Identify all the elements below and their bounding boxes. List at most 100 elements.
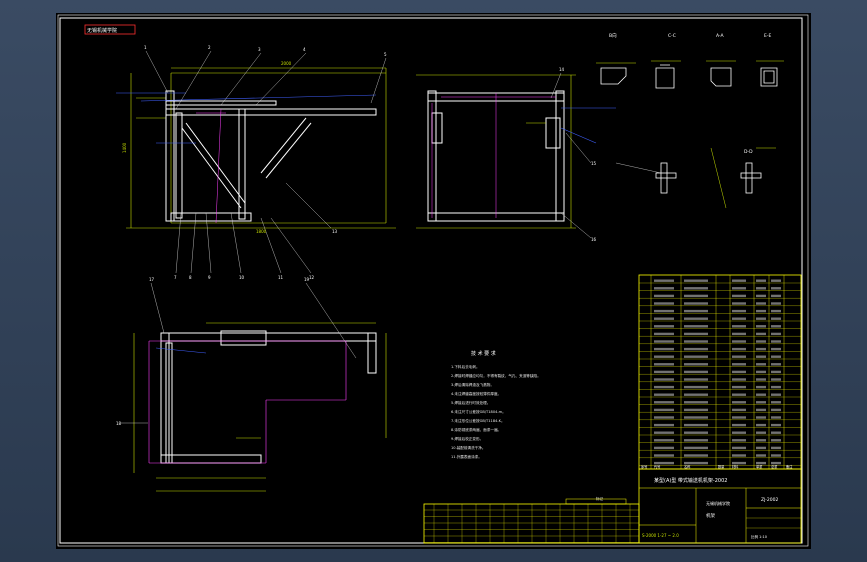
bom-cell-text: [771, 332, 781, 336]
bom-cell-text: [684, 287, 708, 290]
bom-cell-text: [771, 309, 781, 313]
bom-cell-text: [771, 446, 781, 450]
svg-text:5: 5: [384, 52, 387, 57]
bom-cell-text: [654, 446, 674, 450]
svg-text:2000: 2000: [281, 61, 292, 66]
bom-cell-text: [732, 355, 746, 358]
svg-text:13: 13: [332, 229, 338, 234]
svg-text:16: 16: [591, 237, 597, 242]
svg-text:19: 19: [304, 277, 310, 282]
bom-cell-text: [756, 302, 766, 305]
bom-cell-text: [771, 401, 781, 404]
bom-header-3: 名称: [684, 464, 691, 469]
title-block-unit: 无锡机械学院: [706, 500, 730, 506]
bom-cell-text: [771, 439, 781, 442]
note-6: 6.未注尺寸公差按GB/T1804-m。: [451, 409, 506, 414]
title-block-bottom-code: S-2000 1-27 ~ 2.0: [642, 533, 679, 538]
bom-cell-text: [771, 302, 781, 305]
bom-cell-text: [756, 446, 766, 450]
svg-text:11: 11: [278, 275, 284, 280]
note-2: 2.焊接时焊缝应均匀，不得有裂纹、气孔、夹渣等缺陷。: [451, 373, 541, 378]
bom-cell-text: [654, 454, 674, 457]
bom-cell-text: [771, 287, 781, 290]
bom-cell-text: [684, 401, 708, 404]
bom-cell-text: [654, 439, 674, 442]
bom-cell-text: [684, 363, 708, 366]
bom-cell-text: [654, 431, 674, 434]
revision-table: 标记: [423, 496, 640, 544]
bom-cell-text: [684, 340, 708, 343]
bom-header-1: 序号: [641, 464, 647, 469]
bom-cell-text: [732, 302, 746, 305]
bom-cell-text: [732, 370, 746, 374]
bom-cell-text: [654, 363, 674, 366]
notes-title: 技 术 要 求: [471, 350, 496, 357]
bom-cell-text: [771, 317, 781, 320]
note-9: 9.焊接后校正变形。: [451, 436, 483, 441]
bom-cell-text: [756, 378, 766, 381]
bom-cell-text: [756, 385, 766, 389]
svg-text:14: 14: [559, 67, 565, 72]
bom-cell-text: [684, 385, 708, 389]
bom-cell-text: [732, 439, 746, 442]
bom-cell-text: [684, 461, 708, 465]
bom-cell-text: [732, 416, 746, 419]
bom-cell-text: [756, 393, 766, 396]
bom-cell-text: [771, 378, 781, 381]
bom-cell-text: [756, 454, 766, 457]
bom-cell-text: [756, 294, 766, 298]
bom-cell-text: [654, 332, 674, 336]
bom-cell-text: [732, 332, 746, 336]
bom-cell-text: [684, 294, 708, 298]
bom-cell-text: [654, 287, 674, 290]
bom-cell-text: [771, 363, 781, 366]
bom-cell-text: [654, 347, 674, 351]
bom-cell-text: [771, 279, 781, 282]
side-view: 14 15 16: [416, 67, 616, 242]
svg-text:17: 17: [149, 277, 155, 282]
bom-cell-text: [771, 294, 781, 298]
section-label-4: E-E: [764, 33, 771, 39]
revision-header: 标记: [596, 496, 604, 501]
note-8: 8.涂防锈底漆两遍，面漆一遍。: [451, 427, 501, 432]
title-block-drawing-no: ZJ-2002: [761, 497, 778, 503]
bom-cell-text: [684, 423, 708, 427]
bom-cell-text: [654, 461, 674, 465]
cad-viewport[interactable]: 无锡机械学院 1 2 3 4 5 7 8 9 10 11 12 13 1400 …: [0, 0, 867, 562]
bom-cell-text: [732, 325, 746, 328]
bom-cell-text: [732, 347, 746, 351]
bom-cell-text: [732, 446, 746, 450]
section-label-5: D-D: [744, 149, 753, 155]
bom-cell-text: [684, 370, 708, 374]
svg-text:7: 7: [174, 275, 177, 280]
drawing-sheet: 无锡机械学院 1 2 3 4 5 7 8 9 10 11 12 13 1400 …: [56, 13, 811, 549]
section-label-3: A-A: [716, 33, 725, 39]
title-tab-text: 无锡机械学院: [87, 27, 117, 34]
bom-cell-text: [654, 317, 674, 320]
title-tab: 无锡机械学院: [84, 24, 136, 35]
title-block-main-title: 某型(A)型 带式输送机机架-2002: [654, 477, 727, 484]
bom-cell-text: [654, 385, 674, 389]
bom-cell-text: [756, 332, 766, 336]
bom-cell-text: [756, 355, 766, 358]
bom-cell-text: [684, 279, 708, 282]
bom-cell-text: [771, 461, 781, 465]
bom-cell-text: [654, 370, 674, 374]
bom-cell-text: [756, 423, 766, 427]
note-3: 3.焊后清除焊渣及飞溅物。: [451, 382, 494, 387]
bom-cell-text: [684, 431, 708, 434]
section-label-2: C-C: [668, 33, 676, 39]
bom-cell-text: [732, 294, 746, 298]
bom-header-7: 总重: [771, 464, 778, 469]
bom-cell-text: [771, 431, 781, 434]
note-5: 5.焊接后进行时效处理。: [451, 400, 490, 405]
bom-cell-text: [732, 385, 746, 389]
section-label-1: B向: [609, 32, 617, 39]
bom-header-4: 数量: [718, 464, 725, 469]
bom-cell-text: [684, 317, 708, 320]
title-block-scale: 比例 1:10: [751, 534, 767, 539]
bom-cell-text: [771, 340, 781, 343]
bom-cell-text: [684, 446, 708, 450]
drawing-canvas[interactable]: 无锡机械学院 1 2 3 457 8 9 10 11 1213 1400 180…: [56, 13, 811, 549]
svg-text:1800: 1800: [256, 229, 267, 234]
